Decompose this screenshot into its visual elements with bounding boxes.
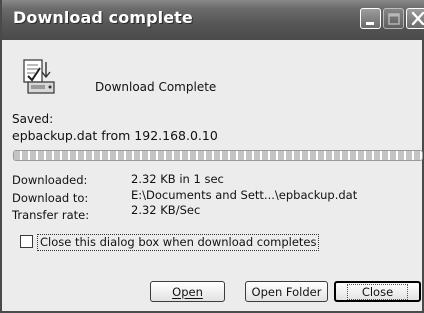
minimize-icon [366, 22, 374, 25]
saved-file: epbackup.dat from 192.168.0.10 [12, 128, 218, 143]
title-bar[interactable]: Download complete [2, 0, 424, 40]
close-on-complete-checkbox[interactable] [20, 235, 33, 248]
close-button[interactable]: Close [334, 281, 421, 302]
maximize-button [383, 8, 404, 29]
maximize-icon [388, 13, 400, 25]
open-folder-button-label: Open Folder [251, 284, 322, 299]
window-title: Download complete [13, 8, 193, 27]
dialog-body: Download Complete Saved: epbackup.dat fr… [2, 40, 424, 313]
open-button[interactable]: Open [150, 281, 225, 302]
close-button-label: Close [346, 283, 409, 300]
open-folder-button[interactable]: Open Folder [245, 281, 328, 302]
close-on-complete-label[interactable]: Close this dialog box when download comp… [37, 234, 320, 251]
download-to-value: E:\Documents and Sett...\epbackup.dat [131, 188, 358, 202]
close-window-button[interactable] [406, 8, 424, 29]
download-to-label: Download to: [12, 191, 89, 205]
minimize-button[interactable] [360, 8, 381, 29]
download-progress-bar [13, 150, 423, 161]
download-complete-heading: Download Complete [95, 80, 217, 94]
download-complete-icon [23, 59, 55, 94]
downloaded-label: Downloaded: [12, 173, 88, 187]
downloaded-value: 2.32 KB in 1 sec [131, 172, 224, 186]
open-button-label: Open [172, 284, 203, 299]
close-icon [411, 11, 424, 26]
transfer-rate-label: Transfer rate: [12, 208, 90, 222]
transfer-rate-value: 2.32 KB/Sec [131, 203, 201, 217]
saved-label: Saved: [12, 112, 54, 126]
download-complete-dialog: Download complete Download Complete Save… [0, 0, 424, 313]
download-progress-fill [14, 151, 422, 160]
